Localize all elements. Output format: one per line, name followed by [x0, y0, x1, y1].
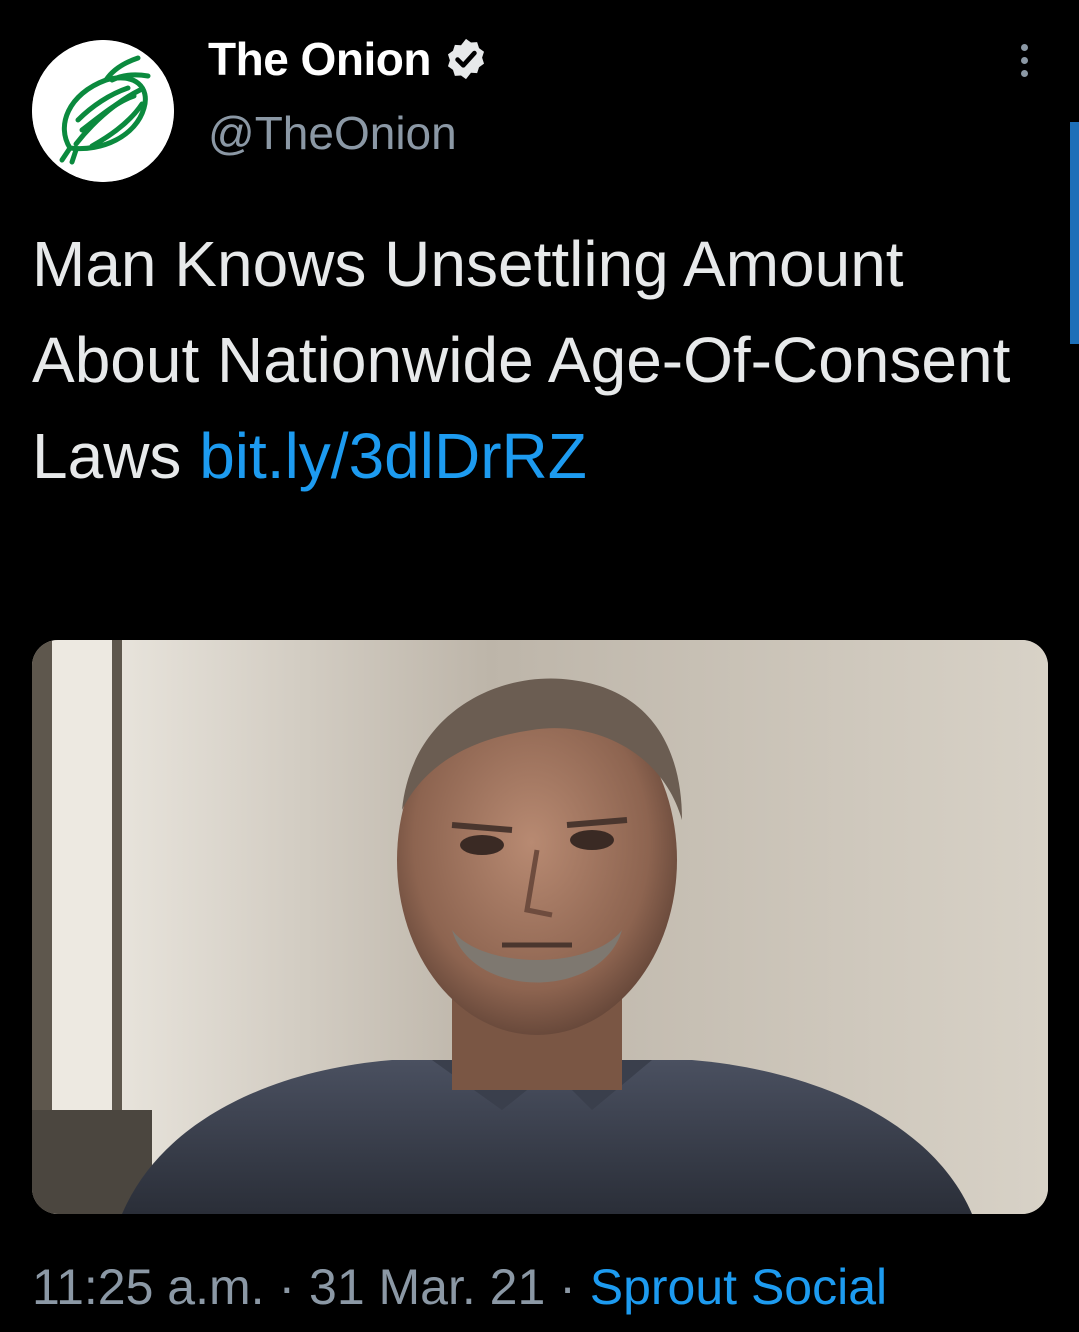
tweet-link[interactable]: bit.ly/3dlDrRZ — [199, 420, 587, 492]
photo-man-portrait — [32, 640, 1048, 1214]
onion-logo-icon — [32, 40, 174, 182]
scrollbar[interactable] — [1070, 122, 1079, 344]
tweet-source-link[interactable]: Sprout Social — [590, 1259, 887, 1315]
display-name[interactable]: The Onion — [208, 32, 431, 86]
meta-separator: · — [278, 1259, 296, 1315]
tweet-text: Man Knows Unsettling Amount About Nation… — [32, 216, 1032, 504]
more-options-icon[interactable] — [1012, 44, 1036, 84]
author-name-row[interactable]: The Onion — [208, 32, 489, 86]
verified-badge-icon — [447, 38, 484, 80]
tweet-time: 11:25 a.m. — [32, 1259, 265, 1315]
tweet-media[interactable] — [32, 640, 1048, 1214]
meta-separator: · — [559, 1259, 576, 1315]
tweet-meta: 11:25 a.m. · 31 Mar. 21 · Sprout Social — [32, 1258, 887, 1316]
author-handle[interactable]: @TheOnion — [208, 106, 457, 160]
avatar[interactable] — [32, 40, 174, 182]
tweet-date: 31 Mar. 21 — [309, 1259, 546, 1315]
